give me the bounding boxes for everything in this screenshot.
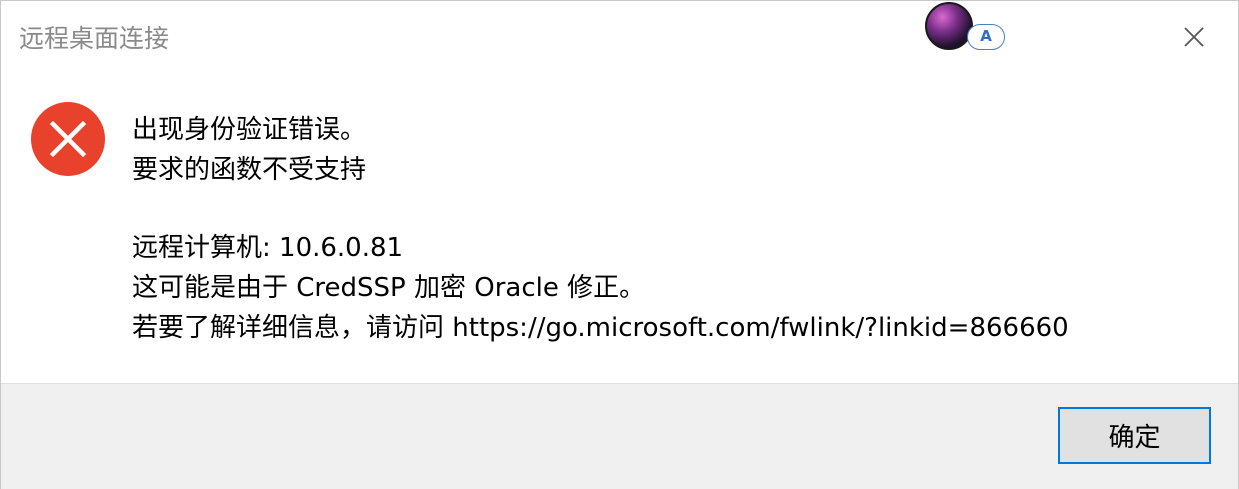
ok-button[interactable]: 确定 [1058,407,1211,464]
avatar[interactable] [925,2,973,50]
reason-text: 这可能是由于 CredSSP 加密 Oracle 修正。 [132,273,646,303]
close-icon [1184,27,1204,47]
error-heading: 出现身份验证错误。 [132,115,367,145]
title-bar: 远程桌面连接 A [1,1,1238,79]
error-detail: 要求的函数不受支持 [132,155,367,185]
window-title: 远程桌面连接 [19,24,170,53]
error-icon [31,102,105,176]
dialog-content: 出现身份验证错误。 要求的函数不受支持 远程计算机: 10.6.0.81 这可能… [1,79,1238,383]
dialog-footer: 确定 [1,383,1238,489]
more-info-text: 若要了解详细信息，请访问 https://go.microsoft.com/fw… [132,313,1069,343]
remote-desktop-error-dialog: 远程桌面连接 A 出现身份验证错误。 要求的函数不受支持 远程计算机: 10.6… [0,0,1239,489]
account-badge[interactable]: A [967,24,1005,50]
remote-computer-text: 远程计算机: 10.6.0.81 [132,233,404,263]
close-button[interactable] [1169,15,1219,59]
